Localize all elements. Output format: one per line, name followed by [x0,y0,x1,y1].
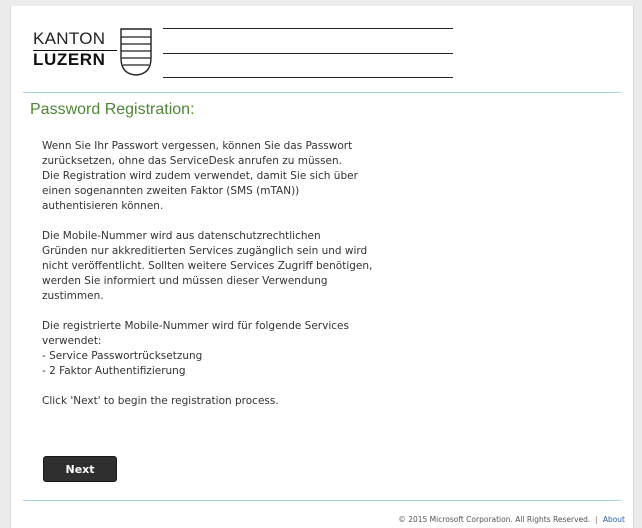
logo-text-kanton: KANTON [33,29,106,48]
footer-separator: | [595,515,598,524]
paragraph-services-list: Die registrierte Mobile-Nummer wird für … [42,320,349,377]
page-container: KANTON LUZERN Password Registration: Wen… [10,6,634,528]
logo-text-luzern: LUZERN [33,50,106,69]
footer-divider [23,500,621,501]
header-decorative-lines [163,28,453,78]
instruction-text: Click 'Next' to begin the registration p… [42,395,279,407]
paragraph-password-reset: Wenn Sie Ihr Passwort vergessen, können … [42,140,358,212]
coat-of-arms-icon [120,28,152,76]
header: KANTON LUZERN [11,6,633,92]
registration-description: Wenn Sie Ihr Passwort vergessen, können … [42,139,422,409]
about-link[interactable]: About [603,515,625,524]
paragraph-data-privacy: Die Mobile-Nummer wird aus datenschutzre… [42,230,373,302]
header-divider [23,92,621,93]
footer: © 2015 Microsoft Corporation. All Rights… [398,515,625,525]
copyright-text: © 2015 Microsoft Corporation. All Rights… [398,515,591,524]
kanton-luzern-logo: KANTON LUZERN [33,28,161,80]
page-title: Password Registration: [30,101,195,118]
next-button[interactable]: Next [43,456,117,482]
